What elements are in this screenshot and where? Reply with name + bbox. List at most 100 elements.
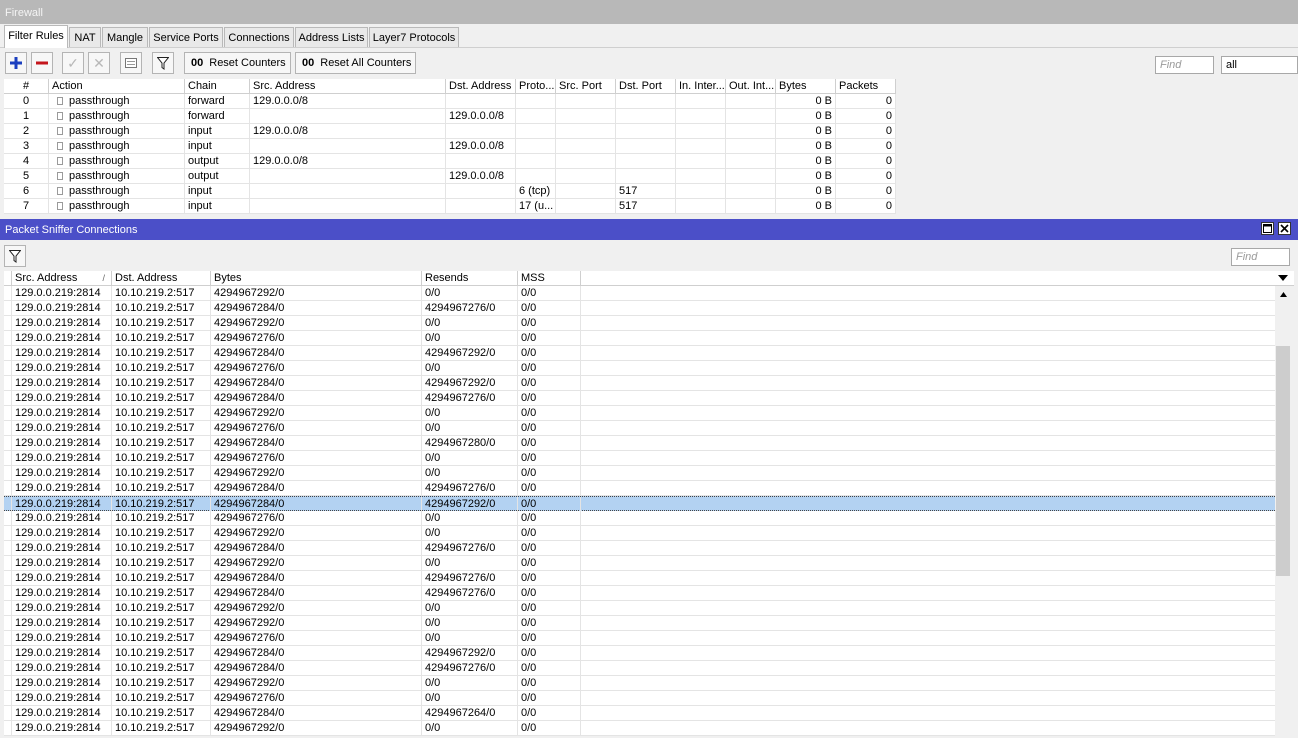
- connection-row[interactable]: 129.0.0.219:2814 10.10.219.2:517 429496727…: [4, 361, 1275, 376]
- rule-row[interactable]: 3 passthrough input 129.0.0.0/8 0 B0: [4, 139, 896, 154]
- column-header-src-port[interactable]: Src. Port: [556, 79, 616, 94]
- connection-row[interactable]: 129.0.0.219:2814 10.10.219.2:517 429496728…: [4, 661, 1275, 676]
- connection-row[interactable]: 129.0.0.219:2814 10.10.219.2:517 429496728…: [4, 301, 1275, 316]
- column-header-chain[interactable]: Chain: [185, 79, 250, 94]
- connection-row[interactable]: 129.0.0.219:2814 10.10.219.2:517 429496728…: [4, 436, 1275, 451]
- connection-row[interactable]: 129.0.0.219:2814 10.10.219.2:517 429496728…: [4, 586, 1275, 601]
- tab-filter-rules[interactable]: Filter Rules: [4, 25, 68, 48]
- connection-row[interactable]: 129.0.0.219:2814 10.10.219.2:517 429496728…: [4, 346, 1275, 361]
- connection-row[interactable]: 129.0.0.219:2814 10.10.219.2:517 429496727…: [4, 511, 1275, 526]
- conn-mss: 0/0: [518, 586, 581, 601]
- rule-out-interface: [726, 154, 776, 169]
- rule-row[interactable]: 1 passthrough forward 129.0.0.0/8 0 B0: [4, 109, 896, 124]
- column-header-resends[interactable]: Resends: [422, 271, 518, 286]
- column-header-bytes[interactable]: Bytes: [776, 79, 836, 94]
- firewall-find-input[interactable]: Find: [1155, 56, 1214, 74]
- connection-row[interactable]: 129.0.0.219:2814 10.10.219.2:517 429496728…: [4, 571, 1275, 586]
- conn-mss: 0/0: [518, 676, 581, 691]
- column-header-in-interface[interactable]: In. Inter...: [676, 79, 726, 94]
- tab-layer7-protocols[interactable]: Layer7 Protocols: [369, 27, 459, 47]
- rule-protocol: [516, 124, 556, 139]
- connection-row[interactable]: 129.0.0.219:2814 10.10.219.2:517 429496729…: [4, 616, 1275, 631]
- firewall-filter-select[interactable]: all: [1221, 56, 1298, 74]
- tab-mangle[interactable]: Mangle: [102, 27, 148, 47]
- rule-row[interactable]: 6 passthrough input 6 (tcp) 517 0 B0: [4, 184, 896, 199]
- disable-button[interactable]: ✕: [88, 52, 110, 74]
- column-header-number[interactable]: #: [4, 79, 49, 94]
- rule-protocol: [516, 139, 556, 154]
- connection-row[interactable]: 129.0.0.219:2814 10.10.219.2:517 429496729…: [4, 466, 1275, 481]
- tab-service-ports[interactable]: Service Ports: [149, 27, 223, 47]
- connection-row[interactable]: 129.0.0.219:2814 10.10.219.2:517 429496727…: [4, 451, 1275, 466]
- conn-resends: 4294967276/0: [422, 541, 518, 556]
- filter-button[interactable]: [152, 52, 174, 74]
- connection-row[interactable]: 129.0.0.219:2814 10.10.219.2:517 429496729…: [4, 676, 1275, 691]
- rule-src-port: [556, 184, 616, 199]
- scroll-up-button[interactable]: [1275, 288, 1292, 302]
- conn-src-address: 129.0.0.219:2814: [12, 556, 112, 571]
- column-header-mss[interactable]: MSS: [518, 271, 581, 286]
- connection-row[interactable]: 129.0.0.219:2814 10.10.219.2:517 429496729…: [4, 526, 1275, 541]
- connection-row[interactable]: 129.0.0.219:2814 10.10.219.2:517 429496728…: [4, 391, 1275, 406]
- connection-row[interactable]: 129.0.0.219:2814 10.10.219.2:517 429496728…: [4, 541, 1275, 556]
- column-header-src-address[interactable]: Src. Address /: [12, 271, 112, 286]
- rule-dst-port: [616, 139, 676, 154]
- remove-button[interactable]: [31, 52, 53, 74]
- sniffer-filter-button[interactable]: [4, 245, 26, 267]
- sniffer-vertical-scrollbar[interactable]: [1275, 286, 1292, 738]
- restore-button[interactable]: [1261, 222, 1274, 235]
- rule-document-icon: [57, 97, 63, 105]
- column-menu-dropdown[interactable]: [1278, 273, 1290, 283]
- connection-row[interactable]: 129.0.0.219:2814 10.10.219.2:517 429496729…: [4, 316, 1275, 331]
- sniffer-find-input[interactable]: Find: [1231, 248, 1290, 266]
- connection-row-selected[interactable]: 129.0.0.219:2814 10.10.219.2:517 429496728…: [4, 496, 1275, 512]
- close-button[interactable]: [1278, 222, 1291, 235]
- connection-row[interactable]: 129.0.0.219:2814 10.10.219.2:517 429496727…: [4, 421, 1275, 436]
- connection-row[interactable]: 129.0.0.219:2814 10.10.219.2:517 429496729…: [4, 406, 1275, 421]
- connection-row[interactable]: 129.0.0.219:2814 10.10.219.2:517 429496729…: [4, 721, 1275, 736]
- add-button[interactable]: [5, 52, 27, 74]
- connection-row[interactable]: 129.0.0.219:2814 10.10.219.2:517 429496728…: [4, 706, 1275, 721]
- rule-protocol: [516, 94, 556, 109]
- rule-row[interactable]: 4 passthrough output 129.0.0.0/8 0 B0: [4, 154, 896, 169]
- column-header-dst-port[interactable]: Dst. Port: [616, 79, 676, 94]
- rule-document-icon: [57, 142, 63, 150]
- conn-mss: 0/0: [518, 631, 581, 646]
- column-header-dst-address[interactable]: Dst. Address: [112, 271, 211, 286]
- reset-all-counters-button[interactable]: 00 Reset All Counters: [295, 52, 416, 74]
- conn-bytes: 4294967284/0: [211, 706, 422, 721]
- connection-row[interactable]: 129.0.0.219:2814 10.10.219.2:517 429496729…: [4, 601, 1275, 616]
- connection-row[interactable]: 129.0.0.219:2814 10.10.219.2:517 429496727…: [4, 691, 1275, 706]
- column-header-protocol[interactable]: Proto...: [516, 79, 556, 94]
- column-header-bytes[interactable]: Bytes: [211, 271, 422, 286]
- column-header-out-interface[interactable]: Out. Int...: [726, 79, 776, 94]
- column-header-dst-address[interactable]: Dst. Address: [446, 79, 516, 94]
- scroll-thumb[interactable]: [1276, 346, 1290, 576]
- connection-row[interactable]: 129.0.0.219:2814 10.10.219.2:517 429496729…: [4, 286, 1275, 301]
- tab-nat[interactable]: NAT: [69, 27, 101, 47]
- column-header-src-address[interactable]: Src. Address: [250, 79, 446, 94]
- connection-row[interactable]: 129.0.0.219:2814 10.10.219.2:517 429496727…: [4, 331, 1275, 346]
- rule-row[interactable]: 5 passthrough output 129.0.0.0/8 0 B0: [4, 169, 896, 184]
- conn-mss: 0/0: [518, 436, 581, 451]
- connection-row[interactable]: 129.0.0.219:2814 10.10.219.2:517 429496727…: [4, 631, 1275, 646]
- connection-row[interactable]: 129.0.0.219:2814 10.10.219.2:517 429496728…: [4, 376, 1275, 391]
- tab-connections[interactable]: Connections: [224, 27, 294, 47]
- conn-dst-address: 10.10.219.2:517: [112, 676, 211, 691]
- rule-src-address: [250, 139, 446, 154]
- rule-row[interactable]: 2 passthrough input 129.0.0.0/8 0 B0: [4, 124, 896, 139]
- column-header-packets[interactable]: Packets: [836, 79, 896, 94]
- reset-counters-button[interactable]: 00 Reset Counters: [184, 52, 291, 74]
- connection-row[interactable]: 129.0.0.219:2814 10.10.219.2:517 429496728…: [4, 646, 1275, 661]
- connection-row[interactable]: 129.0.0.219:2814 10.10.219.2:517 429496729…: [4, 556, 1275, 571]
- tab-address-lists[interactable]: Address Lists: [295, 27, 368, 47]
- connection-row[interactable]: 129.0.0.219:2814 10.10.219.2:517 429496728…: [4, 481, 1275, 496]
- enable-button[interactable]: ✓: [62, 52, 84, 74]
- rule-action: passthrough: [49, 154, 185, 169]
- rule-dst-address: 129.0.0.0/8: [446, 139, 516, 154]
- rule-row[interactable]: 7 passthrough input 17 (u... 517 0 B0: [4, 199, 896, 214]
- comment-button[interactable]: [120, 52, 142, 74]
- rule-row[interactable]: 0 passthrough forward 129.0.0.0/8 0 B0: [4, 94, 896, 109]
- conn-resends: 4294967292/0: [422, 376, 518, 391]
- column-header-action[interactable]: Action: [49, 79, 185, 94]
